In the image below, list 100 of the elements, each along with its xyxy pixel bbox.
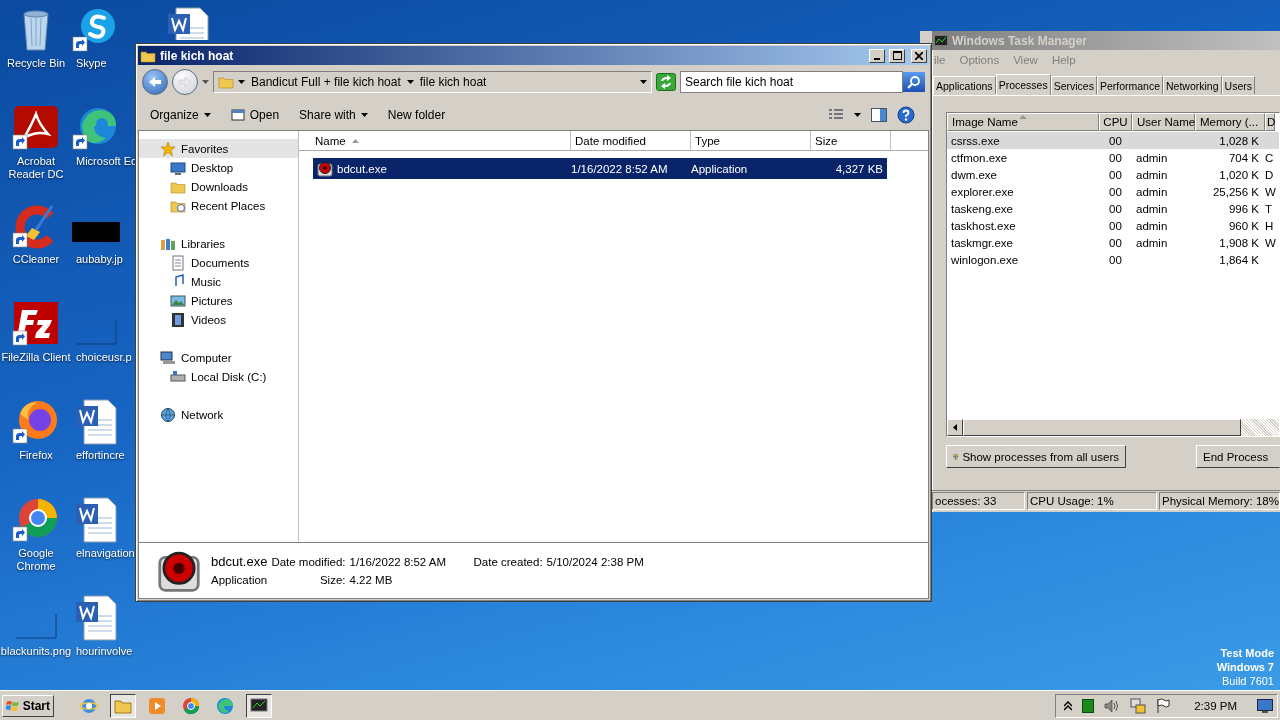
desktop-icon-label[interactable]: blackunits.png xyxy=(0,645,72,658)
application-icon xyxy=(317,160,333,177)
process-row[interactable]: ctfmon.exe 00 admin 704 K C xyxy=(947,149,1279,166)
file-row[interactable]: bdcut.exe 1/16/2022 8:52 AM Application 4,327 KB xyxy=(313,158,887,179)
desktop-icon-label[interactable]: Acrobat Reader DC xyxy=(0,155,72,181)
help-icon[interactable] xyxy=(897,105,915,124)
column-header[interactable]: D xyxy=(1265,113,1275,131)
column-header[interactable]: Memory (... xyxy=(1195,113,1265,131)
table-cell-text: H xyxy=(1264,219,1273,232)
firefox-icon[interactable] xyxy=(12,398,60,446)
desktop-icon-label[interactable]: Skype xyxy=(76,57,107,70)
column-header[interactable]: CPU xyxy=(1099,113,1132,131)
process-row[interactable]: taskeng.exe 00 admin 996 K T xyxy=(947,200,1279,217)
filezilla-icon[interactable] xyxy=(12,300,60,348)
navigation-item[interactable]: Recent Places xyxy=(139,196,298,215)
watermark-text: Windows 7 xyxy=(1216,660,1274,674)
process-row[interactable]: winlogon.exe 00 1,864 K xyxy=(947,251,1279,268)
status-text: CPU Usage: 1% xyxy=(1027,492,1157,510)
dialog-button[interactable]: Show processes from all users xyxy=(946,445,1126,468)
status-icon[interactable] xyxy=(1082,698,1095,713)
status-text: Physical Memory: 18% xyxy=(1159,492,1280,510)
navigation-item[interactable]: Music xyxy=(139,272,298,291)
desktop-icon-label[interactable]: hourinvolve xyxy=(76,645,133,658)
address-bar[interactable]: Bandicut Full + file kich hoat file kich hoat xyxy=(213,71,652,93)
flag-icon[interactable] xyxy=(1156,697,1171,714)
forward-button[interactable] xyxy=(172,69,198,95)
start-button[interactable]: Start xyxy=(2,694,54,717)
desktop-icon-label[interactable]: FileZilla Client xyxy=(1,351,71,364)
tab[interactable]: Processes xyxy=(995,74,1051,95)
navigation-item[interactable]: Network xyxy=(139,405,298,424)
column-header[interactable]: Size xyxy=(811,131,891,150)
desktop-icon-label[interactable]: Google Chrome xyxy=(0,547,72,573)
navigation-item[interactable]: Documents xyxy=(139,253,298,272)
navigation-item[interactable]: Favorites xyxy=(139,139,298,158)
taskbar-button[interactable] xyxy=(246,693,272,718)
desktop-icon-label[interactable]: effortincre xyxy=(76,449,125,462)
pdf-icon[interactable] xyxy=(12,104,60,152)
column-header[interactable]: Type xyxy=(691,131,811,150)
close-button[interactable] xyxy=(911,48,927,63)
horizontal-scrollbar[interactable] xyxy=(947,419,1279,436)
refresh-icon[interactable] xyxy=(656,73,676,91)
caret-icon xyxy=(238,80,245,84)
chevron-up-icon[interactable] xyxy=(1064,700,1073,711)
column-header[interactable]: User Name xyxy=(1132,113,1195,131)
caret-icon xyxy=(203,112,211,117)
desktop-icon-label[interactable]: elnavigation xyxy=(76,547,135,560)
maximize-icon xyxy=(892,51,902,60)
dialog-button[interactable]: End Process xyxy=(1196,445,1280,468)
navigation-item[interactable]: Computer xyxy=(139,348,298,367)
process-row[interactable]: taskhost.exe 00 admin 960 K H xyxy=(947,217,1279,234)
desktop-icon-label[interactable]: aubaby.jp xyxy=(76,253,123,266)
toolbar-button[interactable]: Organize xyxy=(148,105,213,124)
navigation-item[interactable]: Pictures xyxy=(139,291,298,310)
navigation-item[interactable]: Downloads xyxy=(139,177,298,196)
scroll-left-button[interactable] xyxy=(947,419,963,436)
show-desktop-icon[interactable] xyxy=(1257,698,1273,713)
desktop-icon-label[interactable]: choiceusr.p xyxy=(76,351,132,364)
close-icon xyxy=(915,51,923,60)
view-list-icon[interactable] xyxy=(828,107,844,122)
desktop-icon-label[interactable]: CCleaner xyxy=(12,253,60,266)
back-button[interactable] xyxy=(142,69,168,95)
navigation-item[interactable]: Desktop xyxy=(139,158,298,177)
taskbar-button[interactable] xyxy=(110,693,136,718)
navigation-item[interactable]: Local Disk (C:) xyxy=(139,367,298,386)
navigation-item[interactable]: Videos xyxy=(139,310,298,329)
toolbar-button[interactable]: Share with xyxy=(297,105,370,124)
process-row[interactable]: dwm.exe 00 admin 1,020 K D xyxy=(947,166,1279,183)
minimize-button[interactable] xyxy=(869,48,885,63)
network-icon[interactable] xyxy=(1130,697,1147,714)
toolbar-button[interactable]: New folder xyxy=(385,105,448,124)
breadcrumb-item[interactable]: file kich hoat xyxy=(417,75,489,89)
tab[interactable]: Performance xyxy=(1096,76,1164,94)
desktop-icon-label[interactable]: Recycle Bin xyxy=(6,57,66,70)
tab[interactable]: Networking xyxy=(1163,76,1222,94)
column-header[interactable]: Image Name xyxy=(947,113,1099,131)
navigation-item[interactable]: Libraries xyxy=(139,234,298,253)
process-name: dwm.exe xyxy=(950,168,999,181)
toolbar-button[interactable]: Open xyxy=(228,105,282,124)
chrome-icon[interactable] xyxy=(12,496,60,544)
preview-pane-icon[interactable] xyxy=(871,107,887,122)
column-header[interactable]: Date modified xyxy=(571,131,691,150)
network-icon xyxy=(160,406,176,423)
breadcrumb-item[interactable]: Bandicut Full + file kich hoat xyxy=(249,75,403,89)
search-button[interactable] xyxy=(903,72,925,92)
user-name: admin xyxy=(1135,168,1169,181)
speaker-icon[interactable] xyxy=(1104,698,1121,713)
tab[interactable]: Users xyxy=(1221,76,1255,94)
process-row[interactable]: csrss.exe 00 1,028 K xyxy=(947,132,1279,149)
process-row[interactable]: explorer.exe 00 admin 25,256 K W xyxy=(947,183,1279,200)
column-header[interactable]: Name xyxy=(299,131,571,150)
memory-value: 960 K xyxy=(1227,219,1260,232)
process-row[interactable]: taskmgr.exe 00 admin 1,908 K W xyxy=(947,234,1279,251)
maximize-button[interactable] xyxy=(889,48,905,63)
tab[interactable]: Applications xyxy=(933,76,996,94)
folder-icon xyxy=(218,74,234,90)
tab[interactable]: Services xyxy=(1050,76,1097,94)
desktop-icon-label[interactable]: Firefox xyxy=(19,449,53,462)
user-name: admin xyxy=(1135,151,1169,164)
clock[interactable]: 2:39 PM xyxy=(1194,699,1237,712)
search-field[interactable]: Search file kich hoat xyxy=(680,71,903,93)
